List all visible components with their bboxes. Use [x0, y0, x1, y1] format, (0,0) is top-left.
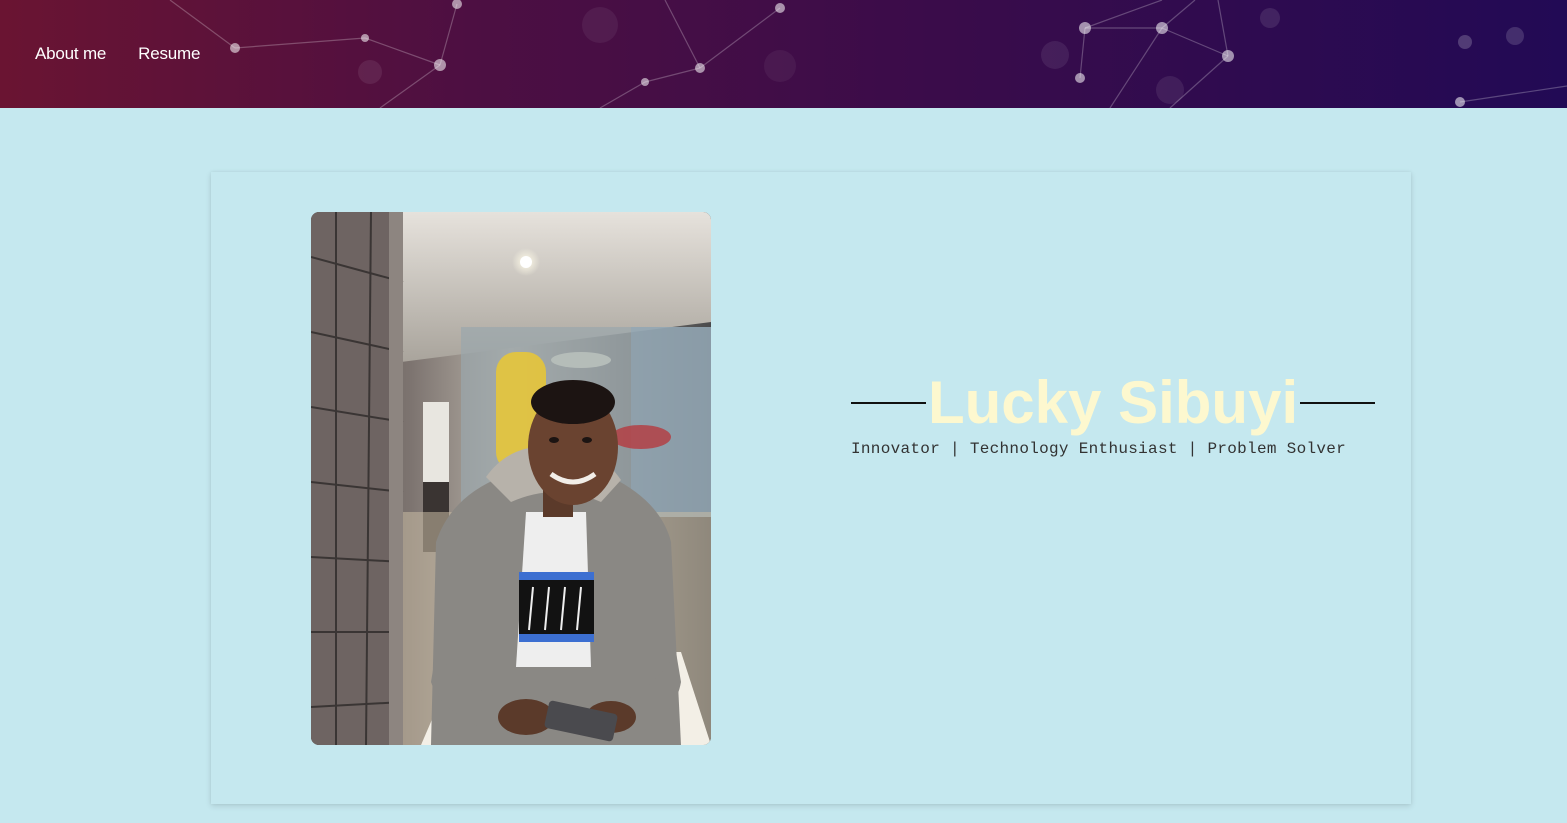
name-right-rule [1300, 402, 1376, 404]
main-nav: About me Resume [35, 44, 200, 64]
portrait-photo-illustration [311, 212, 711, 745]
name-heading-row: Lucky Sibuyi [851, 368, 1376, 438]
network-background-graphic [169, 0, 1567, 108]
hero-intro: Lucky Sibuyi Innovator | Technology Enth… [851, 368, 1376, 458]
site-header: About me Resume [0, 0, 1567, 108]
profile-photo [311, 212, 711, 745]
profile-name: Lucky Sibuyi [928, 369, 1299, 436]
nav-link-resume[interactable]: Resume [138, 44, 200, 64]
name-left-rule [851, 402, 926, 404]
profile-card: Lucky Sibuyi Innovator | Technology Enth… [211, 172, 1411, 804]
nav-link-about-me[interactable]: About me [35, 44, 106, 64]
profile-tagline: Innovator | Technology Enthusiast | Prob… [851, 440, 1347, 458]
